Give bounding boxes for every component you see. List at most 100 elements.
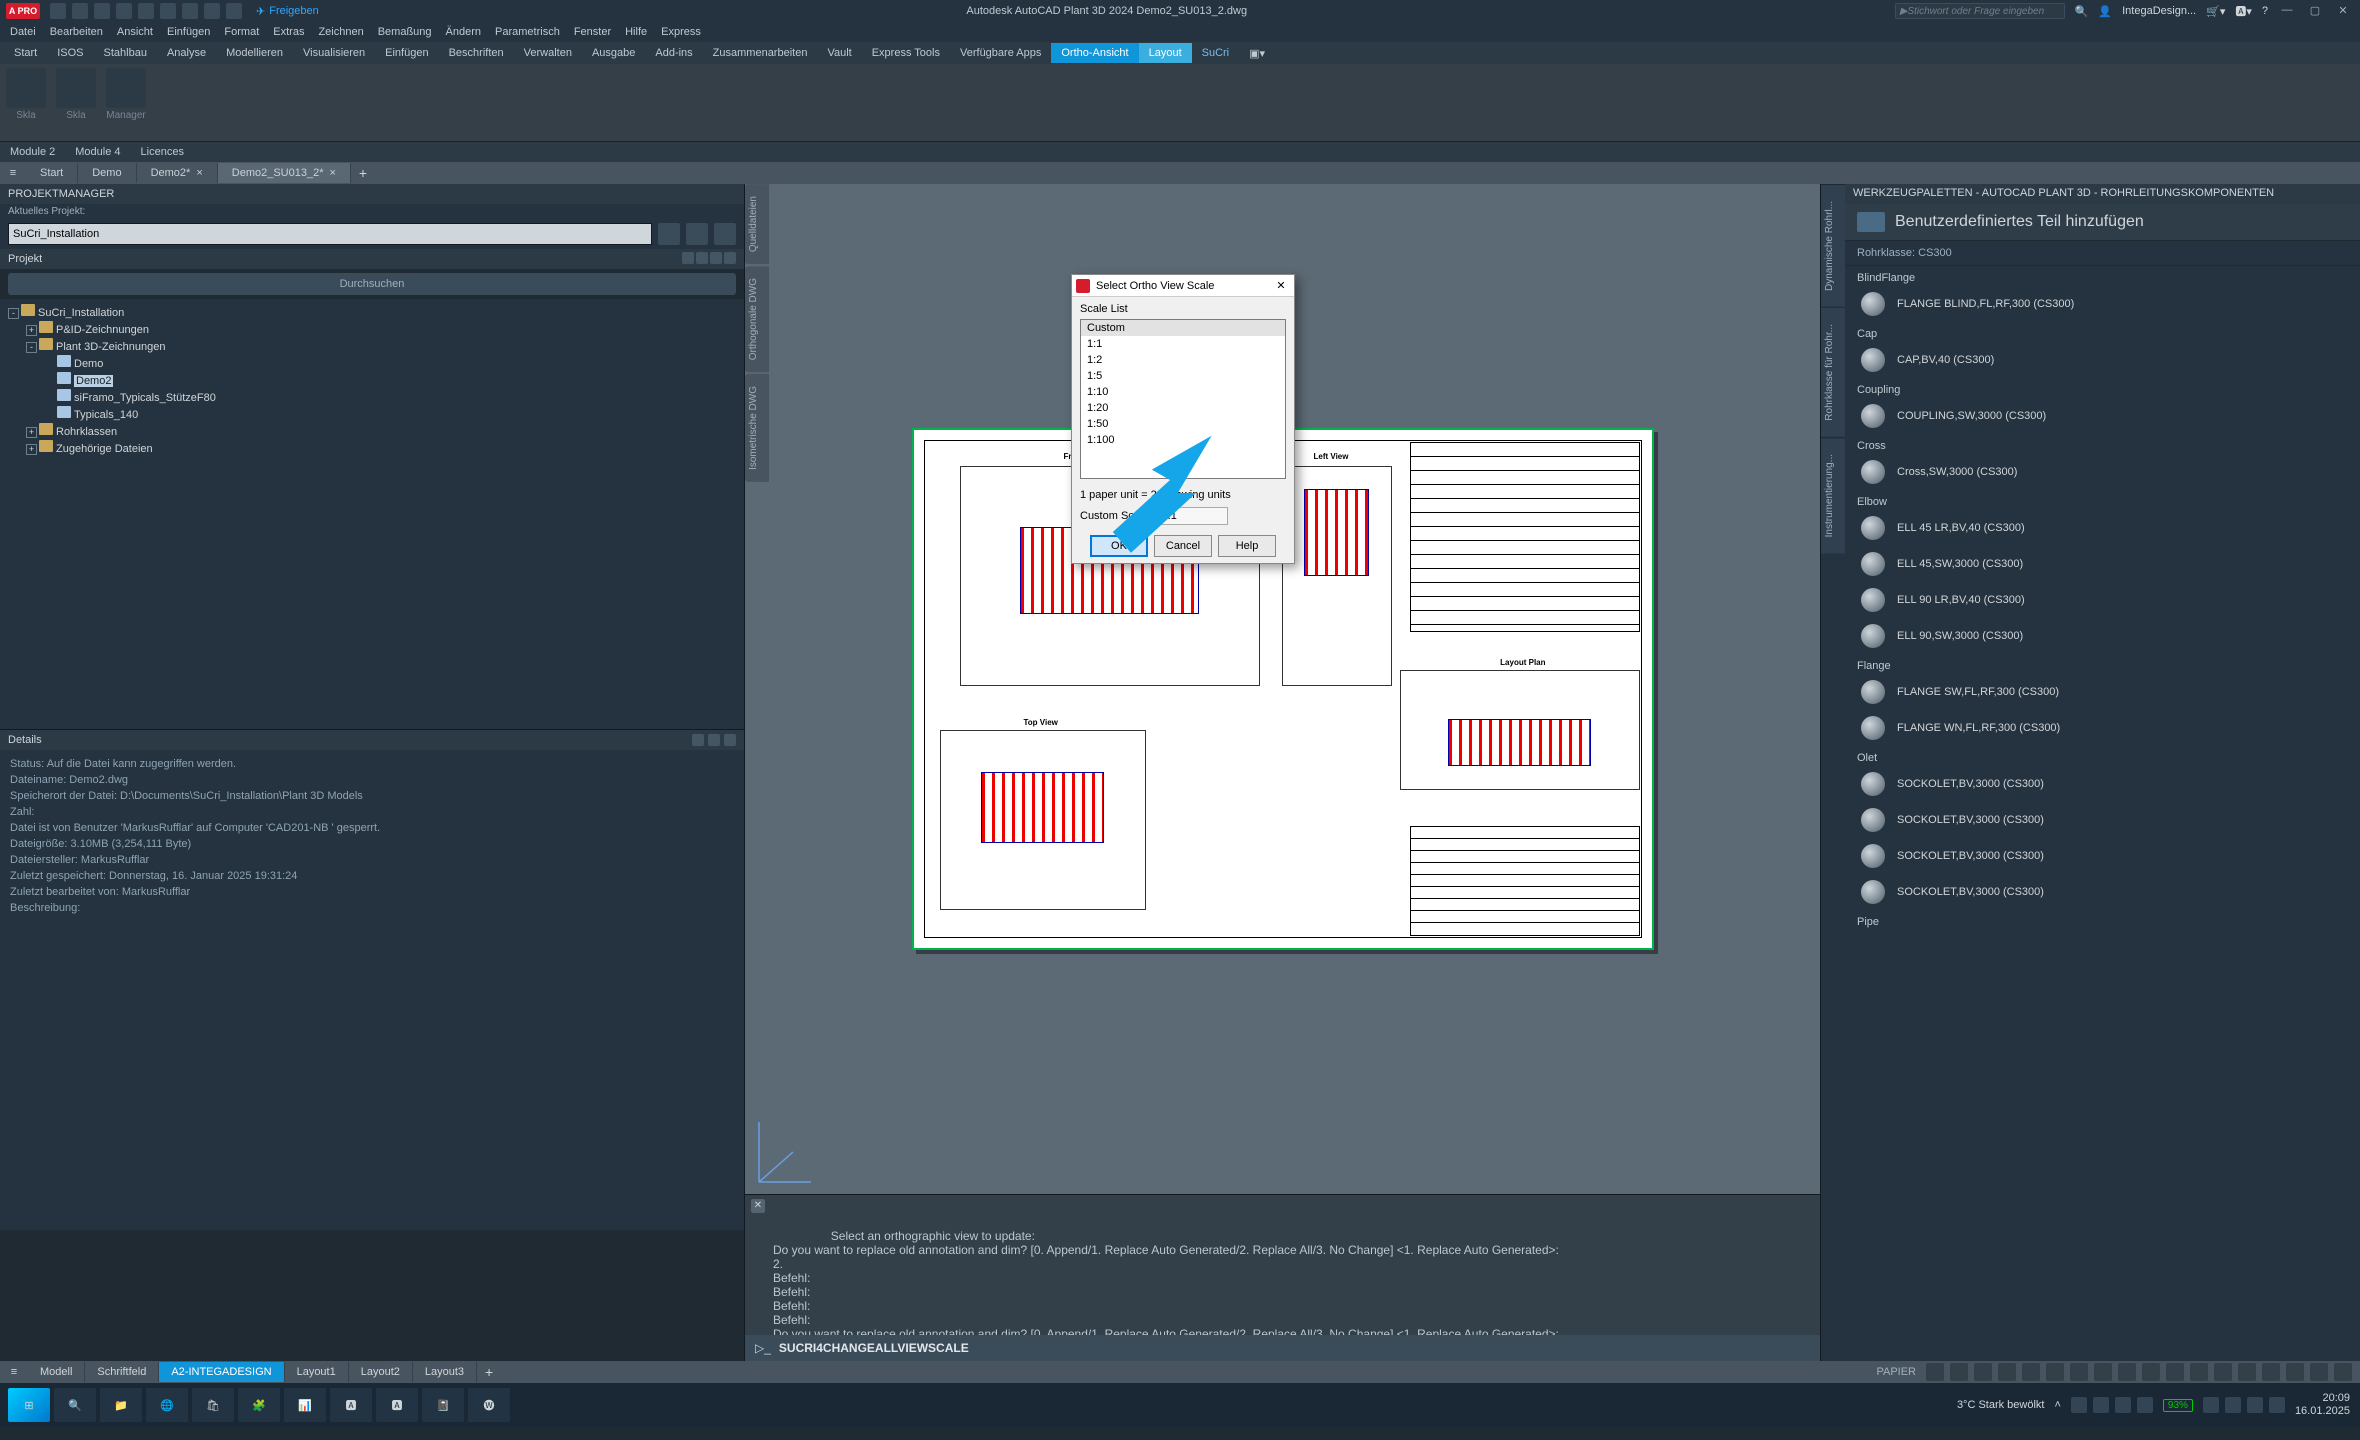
left-view[interactable] bbox=[1282, 466, 1392, 686]
file-tab[interactable]: Start bbox=[26, 163, 78, 183]
scale-option[interactable]: 1:2 bbox=[1081, 352, 1285, 368]
status-icon[interactable] bbox=[2310, 1363, 2328, 1381]
palette-vertical-tab[interactable]: Rohrklasse für Rohr... bbox=[1821, 307, 1845, 437]
top-view[interactable] bbox=[940, 730, 1146, 910]
file-tab[interactable]: Demo2_SU013_2*× bbox=[218, 163, 351, 183]
menu-item[interactable]: Format bbox=[224, 26, 259, 38]
palette-item[interactable]: SOCKOLET,BV,3000 (CS300) bbox=[1845, 874, 2360, 910]
ribbon-tab[interactable]: Start bbox=[4, 43, 47, 63]
palette-item[interactable]: FLANGE BLIND,FL,RF,300 (CS300) bbox=[1845, 286, 2360, 322]
project-btn-1[interactable] bbox=[686, 223, 708, 245]
status-icon[interactable] bbox=[2214, 1363, 2232, 1381]
tray-chevron-icon[interactable]: ˄ bbox=[2054, 1399, 2060, 1411]
taskbar-app[interactable]: 📁 bbox=[100, 1388, 142, 1422]
tray-icon[interactable] bbox=[2269, 1397, 2285, 1413]
status-icon[interactable] bbox=[2166, 1363, 2184, 1381]
palette-item[interactable]: ELL 45 LR,BV,40 (CS300) bbox=[1845, 510, 2360, 546]
menu-item[interactable]: Ansicht bbox=[117, 26, 153, 38]
details-tool[interactable] bbox=[708, 734, 720, 746]
layout-tab[interactable]: Schriftfeld bbox=[85, 1362, 159, 1382]
qat-item[interactable] bbox=[94, 3, 110, 19]
tree-expander-icon[interactable]: - bbox=[8, 308, 19, 319]
qat-item[interactable] bbox=[226, 3, 242, 19]
palette-item[interactable]: Cross,SW,3000 (CS300) bbox=[1845, 454, 2360, 490]
help-icon[interactable]: ? bbox=[2262, 5, 2268, 17]
cart-icon[interactable]: 🛒▾ bbox=[2206, 5, 2225, 18]
palette-vertical-tab[interactable]: Instrumentierung... bbox=[1821, 437, 1845, 553]
status-icon[interactable] bbox=[2022, 1363, 2040, 1381]
layout-tab[interactable]: Layout1 bbox=[285, 1362, 349, 1382]
layout-tabs-menu[interactable]: ≡ bbox=[0, 1366, 28, 1378]
search-icon[interactable]: 🔍 bbox=[2075, 5, 2089, 18]
add-custom-part[interactable]: Benutzerdefiniertes Teil hinzufügen bbox=[1845, 204, 2360, 241]
ribbon-tab[interactable]: Ausgabe bbox=[582, 43, 645, 63]
layout-tab[interactable]: Layout3 bbox=[413, 1362, 477, 1382]
qat-item[interactable] bbox=[160, 3, 176, 19]
taskbar-app[interactable]: 🧩 bbox=[238, 1388, 280, 1422]
taskbar-app[interactable]: 🅰 bbox=[376, 1388, 418, 1422]
menu-item[interactable]: Express bbox=[661, 26, 701, 38]
menu-item[interactable]: Hilfe bbox=[625, 26, 647, 38]
palette-item[interactable]: FLANGE WN,FL,RF,300 (CS300) bbox=[1845, 710, 2360, 746]
share-button[interactable]: ✈ Freigeben bbox=[256, 5, 319, 18]
scale-option[interactable]: Custom bbox=[1081, 320, 1285, 336]
ribbon-tab[interactable]: Stahlbau bbox=[94, 43, 157, 63]
menu-item[interactable]: Fenster bbox=[574, 26, 611, 38]
close-button[interactable]: ✕ bbox=[2334, 4, 2352, 18]
cmd-close-icon[interactable]: ✕ bbox=[751, 1199, 765, 1213]
palette-item[interactable]: COUPLING,SW,3000 (CS300) bbox=[1845, 398, 2360, 434]
tree-expander-icon[interactable]: + bbox=[26, 444, 37, 455]
tree-tool[interactable] bbox=[724, 252, 736, 264]
status-icon[interactable] bbox=[2238, 1363, 2256, 1381]
file-tab-close-icon[interactable]: × bbox=[330, 167, 336, 179]
qat-item[interactable] bbox=[50, 3, 66, 19]
status-icon[interactable] bbox=[1974, 1363, 1992, 1381]
layout-tab[interactable]: Modell bbox=[28, 1362, 85, 1382]
menu-item[interactable]: Datei bbox=[10, 26, 36, 38]
tree-tool[interactable] bbox=[710, 252, 722, 264]
tree-node[interactable]: +Zugehörige Dateien bbox=[8, 439, 736, 456]
status-icon[interactable] bbox=[2262, 1363, 2280, 1381]
command-history[interactable]: ✕ Select an orthographic view to update:… bbox=[745, 1195, 1820, 1335]
palette-item[interactable]: ELL 90 LR,BV,40 (CS300) bbox=[1845, 582, 2360, 618]
palette-item[interactable]: CAP,BV,40 (CS300) bbox=[1845, 342, 2360, 378]
taskbar-app[interactable]: 📓 bbox=[422, 1388, 464, 1422]
palette-vertical-tab[interactable]: Dynamische Rohrl... bbox=[1821, 184, 1845, 307]
tray-icon[interactable] bbox=[2071, 1397, 2087, 1413]
ribbon-tab[interactable]: Analyse bbox=[157, 43, 216, 63]
taskbar-app[interactable]: 🛍 bbox=[192, 1388, 234, 1422]
cancel-button[interactable]: Cancel bbox=[1154, 535, 1212, 557]
tree-node[interactable]: Demo2 bbox=[8, 371, 736, 388]
ribbon-end[interactable]: ▣▾ bbox=[1239, 43, 1275, 64]
layout-plan-view[interactable] bbox=[1400, 670, 1640, 790]
scale-option[interactable]: 1:5 bbox=[1081, 368, 1285, 384]
palette-item[interactable]: SOCKOLET,BV,3000 (CS300) bbox=[1845, 838, 2360, 874]
scale-list[interactable]: Custom1:11:21:51:101:201:501:100 bbox=[1080, 319, 1286, 479]
qat-item[interactable] bbox=[72, 3, 88, 19]
tree-tool[interactable] bbox=[696, 252, 708, 264]
battery-status[interactable]: 93% bbox=[2163, 1399, 2193, 1412]
scale-option[interactable]: 1:1 bbox=[1081, 336, 1285, 352]
tray-icon[interactable] bbox=[2247, 1397, 2263, 1413]
menu-item[interactable]: Bemaßung bbox=[378, 26, 432, 38]
tray-icon[interactable] bbox=[2137, 1397, 2153, 1413]
status-icon[interactable] bbox=[1950, 1363, 1968, 1381]
scale-option[interactable]: 1:50 bbox=[1081, 416, 1285, 432]
tree-tool[interactable] bbox=[682, 252, 694, 264]
qat-item[interactable] bbox=[116, 3, 132, 19]
scale-option[interactable]: 1:100 bbox=[1081, 432, 1285, 448]
sub-tab[interactable]: Module 2 bbox=[0, 143, 65, 161]
status-icon[interactable] bbox=[2142, 1363, 2160, 1381]
project-tree[interactable]: -SuCri_Installation+P&ID-Zeichnungen-Pla… bbox=[0, 299, 744, 729]
ribbon-group[interactable]: Skla bbox=[56, 68, 96, 137]
tree-node[interactable]: +Rohrklassen bbox=[8, 422, 736, 439]
menu-item[interactable]: Bearbeiten bbox=[50, 26, 103, 38]
tree-node[interactable]: Demo bbox=[8, 354, 736, 371]
ribbon-tab[interactable]: Verfügbare Apps bbox=[950, 43, 1051, 63]
app-menu-icon[interactable]: 🅰▾ bbox=[2235, 3, 2252, 19]
ribbon-tab[interactable]: Layout bbox=[1139, 43, 1192, 63]
ribbon-group[interactable]: Manager bbox=[106, 68, 146, 137]
qat-item[interactable] bbox=[138, 3, 154, 19]
side-tab[interactable]: Isometrische DWG bbox=[745, 374, 769, 482]
status-icon[interactable] bbox=[2190, 1363, 2208, 1381]
